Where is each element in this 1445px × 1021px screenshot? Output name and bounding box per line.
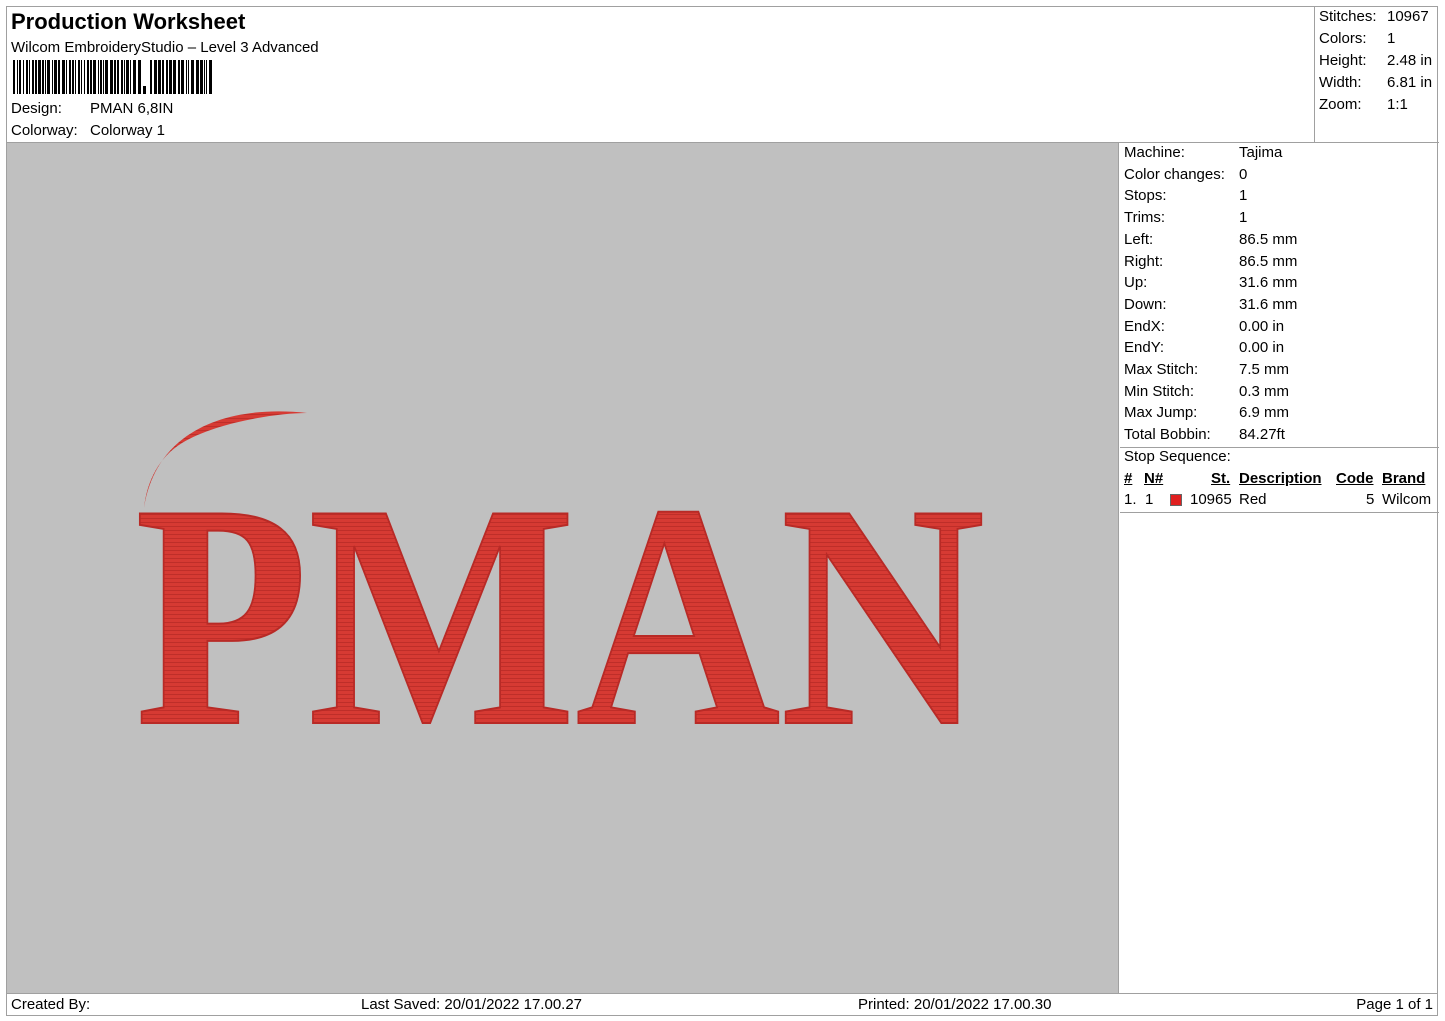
machine-info-row: Down: 31.6 mm [1124,296,1297,313]
design-row: Design: PMAN 6,8IN [11,100,173,117]
created-by: Created By: [11,996,91,1013]
machine-info-label: Up: [1124,274,1148,292]
page-title: Production Worksheet [11,9,246,34]
worksheet-header: Production Worksheet Wilcom EmbroiderySt… [7,7,1315,143]
machine-info-row: Total Bobbin: 84.27ft [1124,426,1285,443]
height-row: Height: 2.48 in [1319,52,1432,69]
width-row: Width: 6.81 in [1319,74,1432,91]
colors-label: Colors: [1319,30,1367,47]
col-stitches: St. [1211,470,1231,487]
printed-date: Printed: 20/01/2022 17.00.30 [858,996,1052,1013]
machine-info-value: 31.6 mm [1239,274,1298,292]
machine-info-value: 86.5 mm [1239,230,1298,248]
stop-sequence-title: Stop Sequence: [1124,448,1231,465]
machine-info-label: EndX: [1124,317,1165,335]
machine-info-value: 84.27ft [1239,426,1285,444]
machine-info-value: 0.3 mm [1239,382,1290,400]
machine-info-label: Total Bobbin: [1124,426,1211,444]
machine-info-label: Max Stitch: [1124,361,1199,378]
page-number: Page 1 of 1 [1356,996,1433,1013]
machine-info-row: EndY: 0.00 in [1124,339,1284,356]
machine-info-value: 31.6 mm [1239,295,1298,313]
stitches-label: Stitches: [1319,8,1377,25]
machine-info-label: Down: [1124,295,1167,313]
colorway-row: Colorway: Colorway 1 [11,122,165,139]
machine-info-label: Trims: [1124,209,1166,227]
machine-info-value: Tajima [1239,144,1283,161]
panel-divider-bottom [1120,512,1439,513]
colors-row: Colors: 1 [1319,30,1395,47]
worksheet-footer: Created By: Last Saved: 20/01/2022 17.00… [7,993,1437,1016]
machine-info-value: 86.5 mm [1239,252,1298,270]
machine-info-row: Color changes: 0 [1124,166,1247,183]
machine-info-value: 6.9 mm [1239,404,1290,422]
machine-info-value: 7.5 mm [1239,361,1290,378]
row-code: 5 [1366,491,1375,508]
colors-value: 1 [1387,30,1396,47]
summary-box: Stitches: 10967 Colors: 1 Height: 2.48 in W… [1315,7,1439,143]
width-value: 6.81 in [1387,74,1433,91]
row-needle: 1 [1145,491,1154,508]
machine-info-value: 1 [1239,209,1248,227]
row-num: 1. [1124,491,1137,508]
machine-info-label: Stops: [1124,187,1167,205]
machine-info-row: Min Stitch: 0.3 mm [1124,383,1289,400]
machine-info-row: Max Jump: 6.9 mm [1124,404,1289,421]
machine-info-panel: Machine: Tajima Color changes: 0 Stops: 1 Trim… [1120,143,1439,993]
design-label: Design: [11,100,62,117]
machine-info-value: 0.00 in [1239,339,1285,357]
zoom-value: 1:1 [1387,96,1408,113]
row-stitches: 10965 [1190,491,1232,508]
design-text: PMAN [135,439,985,793]
machine-info-label: Right: [1124,252,1164,270]
machine-info-row: EndX: 0.00 in [1124,318,1284,335]
zoom-label: Zoom: [1319,96,1362,113]
machine-info-row: Max Stitch: 7.5 mm [1124,361,1289,378]
machine-info-value: 0 [1239,165,1248,183]
machine-info-label: Color changes: [1124,165,1225,183]
col-num: # [1124,470,1133,487]
colorway-label: Colorway: [11,122,78,139]
machine-info-label: Min Stitch: [1124,382,1195,400]
height-value: 2.48 in [1387,52,1433,69]
stitches-value: 10967 [1387,8,1429,25]
color-swatch [1170,494,1182,506]
machine-info-value: 1 [1239,187,1248,205]
barcode-icon [13,60,212,94]
embroidery-design-canvas: PMAN [134,411,986,794]
machine-info-row: Trims: 1 [1124,209,1247,226]
stitches-row: Stitches: 10967 [1319,8,1429,25]
width-label: Width: [1319,74,1362,91]
zoom-row: Zoom: 1:1 [1319,96,1408,113]
machine-info-row: Stops: 1 [1124,187,1247,204]
machine-info-row: Up: 31.6 mm [1124,274,1297,291]
machine-info-label: EndY: [1124,339,1165,357]
worksheet-frame: Production Worksheet Wilcom EmbroiderySt… [6,6,1439,1016]
col-brand: Brand [1382,470,1426,487]
software-name: Wilcom EmbroideryStudio – Level 3 Advanc… [11,39,319,56]
machine-info-row: Machine: Tajima [1124,144,1282,161]
col-needle: N# [1144,470,1164,487]
design-preview: PMAN [7,143,1119,993]
last-saved: Last Saved: 20/01/2022 17.00.27 [361,996,583,1013]
col-code: Code [1336,470,1374,487]
machine-info-label: Machine: [1124,144,1185,161]
height-label: Height: [1319,52,1367,69]
machine-info-row: Left: 86.5 mm [1124,231,1297,248]
machine-info-row: Right: 86.5 mm [1124,253,1297,270]
row-description: Red [1239,491,1267,508]
machine-info-label: Max Jump: [1124,404,1198,422]
colorway-value: Colorway 1 [90,122,166,139]
col-description: Description [1239,470,1322,487]
machine-info-label: Left: [1124,230,1154,248]
row-brand: Wilcom [1382,491,1432,508]
design-value: PMAN 6,8IN [90,100,174,117]
machine-info-value: 0.00 in [1239,317,1285,335]
